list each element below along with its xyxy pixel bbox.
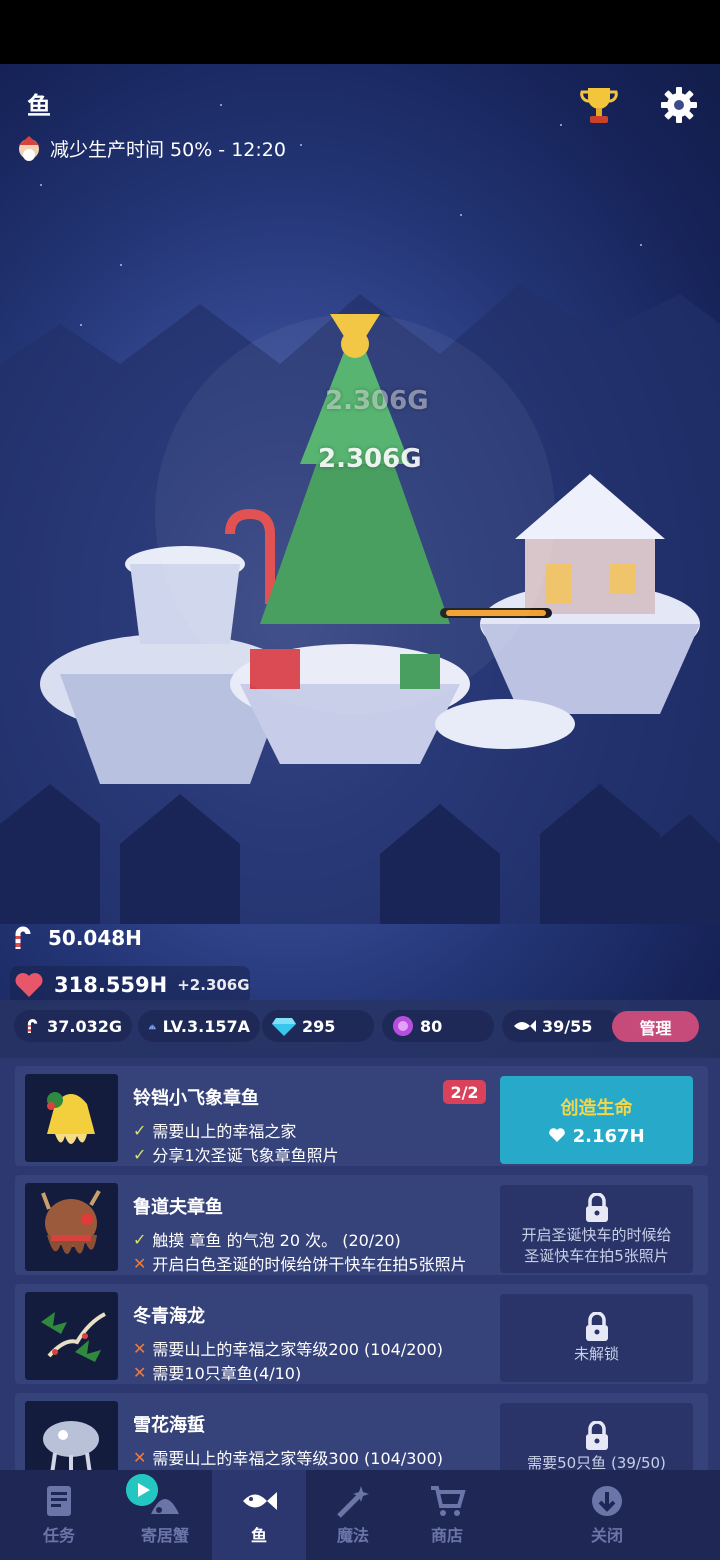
page-title: 鱼 <box>27 92 51 120</box>
nav-tab-quests[interactable]: 任务 <box>0 1470 118 1560</box>
level-stat: LV.3.157A <box>138 1010 260 1042</box>
check-icon: ✓ <box>133 1144 147 1164</box>
purple-orb-icon <box>393 1016 413 1036</box>
lock-icon <box>585 1421 608 1451</box>
shell-icon <box>148 1024 156 1030</box>
cross-icon: ✕ <box>133 1253 147 1273</box>
cross-icon: ✕ <box>133 1447 147 1467</box>
orbs-value: 80 <box>420 1016 443 1036</box>
hearts-rate: +2.306G <box>177 976 250 994</box>
fish-name: 鲁道夫章鱼 <box>133 1197 223 1218</box>
list-item[interactable]: 铃铛小飞象章鱼 2/2 ✓ 需要山上的幸福之家 ✓ 分享1次圣诞飞象章鱼照片 创… <box>15 1066 708 1166</box>
fish-icon <box>514 1020 536 1032</box>
play-video-icon[interactable] <box>126 1474 158 1506</box>
quest-icon <box>47 1486 71 1516</box>
close-down-icon <box>592 1486 622 1516</box>
lock-icon <box>585 1192 608 1222</box>
nav-tab-shop[interactable]: 商店 <box>400 1470 494 1560</box>
create-cost: 2.167H <box>548 1126 645 1147</box>
gems-stat: 295 <box>262 1010 374 1042</box>
magic-icon <box>337 1486 369 1518</box>
hearts-value: 318.559H <box>54 973 168 997</box>
requirement: ✓ 触摸 章鱼 的气泡 20 次。 (20/20) <box>133 1229 401 1251</box>
level-value: LV.3.157A <box>162 1016 250 1036</box>
fish-icon <box>243 1492 277 1510</box>
fish-thumbnail <box>25 1401 118 1470</box>
status-bar <box>0 0 720 64</box>
boost-banner[interactable]: 减少生产时间 50% - 12:20 <box>16 133 286 163</box>
fish-thumbnail <box>25 1074 118 1162</box>
list-item[interactable]: 雪花海蜇 ✕ 需要山上的幸福之家等级300 (104/300) 需要50只鱼 (… <box>15 1393 708 1470</box>
candy-stat: 37.032G <box>14 1010 132 1042</box>
cross-icon: ✕ <box>133 1338 147 1358</box>
fish-thumbnail <box>25 1292 118 1380</box>
diamond-icon <box>272 1018 296 1036</box>
nav-tab-magic[interactable]: 魔法 <box>306 1470 400 1560</box>
gems-value: 295 <box>302 1016 336 1036</box>
requirement: ✕ 需要山上的幸福之家等级200 (104/200) <box>133 1338 443 1360</box>
requirement: ✕ 需要10只章鱼(4/10) <box>133 1362 302 1384</box>
nav-tab-close[interactable]: 关闭 <box>494 1470 720 1560</box>
santa-boost-icon <box>19 136 39 161</box>
snowflake-jellyfish-image <box>43 1421 99 1470</box>
nav-tab-fish[interactable]: 鱼 <box>212 1470 306 1560</box>
check-icon: ✓ <box>133 1229 147 1249</box>
boost-text: 减少生产时间 50% - 12:20 <box>50 138 286 161</box>
requirement: ✕ 需要山上的幸福之家等级300 (104/300) <box>133 1447 443 1469</box>
christmas-island-illustration <box>0 284 720 924</box>
candy-value: 37.032G <box>47 1016 122 1036</box>
create-life-button[interactable]: 创造生命 2.167H <box>500 1076 693 1164</box>
fish-count-stat: 39/55 <box>502 1010 622 1042</box>
candy-cane-icon <box>15 926 31 949</box>
fish-thumbnail <box>25 1183 118 1271</box>
trophy-icon[interactable] <box>580 84 618 126</box>
bell-dumbo-octopus-image <box>47 1092 95 1144</box>
check-icon: ✓ <box>133 1120 147 1140</box>
hearts-row: 318.559H +2.306G <box>10 966 250 1004</box>
gear-icon[interactable] <box>660 86 698 124</box>
candy-total-value: 50.048H <box>48 926 142 950</box>
manage-button[interactable]: 管理 <box>612 1011 699 1042</box>
list-item[interactable]: 冬青海龙 ✕ 需要山上的幸福之家等级200 (104/200) ✕ 需要10只章… <box>15 1284 708 1384</box>
rudolph-octopus-image <box>41 1190 101 1254</box>
candy-cane-icon <box>27 1019 38 1034</box>
list-item[interactable]: 鲁道夫章鱼 ✓ 触摸 章鱼 的气泡 20 次。 (20/20) ✕ 开启白色圣诞… <box>15 1175 708 1275</box>
floating-value: 2.306G <box>318 444 422 474</box>
count-badge: 2/2 <box>443 1080 486 1104</box>
heart-icon <box>15 973 43 997</box>
locked-panel: 开启圣诞快车的时候给 圣诞快车在拍5张照片 <box>500 1185 693 1273</box>
holly-seadragon-image <box>41 1312 106 1362</box>
floating-value: 2.306G <box>325 386 429 416</box>
lock-icon <box>585 1312 608 1342</box>
locked-panel: 未解锁 <box>500 1294 693 1382</box>
fish-count-value: 39/55 <box>542 1016 593 1036</box>
fish-list[interactable]: 铃铛小飞象章鱼 2/2 ✓ 需要山上的幸福之家 ✓ 分享1次圣诞飞象章鱼照片 创… <box>0 1058 720 1470</box>
cross-icon: ✕ <box>133 1362 147 1382</box>
requirement: ✓ 需要山上的幸福之家 <box>133 1120 297 1142</box>
requirement: ✕ 开启白色圣诞的时候给饼干快车在拍5张照片 <box>133 1253 467 1275</box>
candy-total-row: 50.048H <box>10 922 142 954</box>
bottom-nav: 任务 寄居蟹 鱼 魔法 商店 关闭 <box>0 1470 720 1560</box>
requirement: ✓ 分享1次圣诞飞象章鱼照片 <box>133 1144 339 1166</box>
orbs-stat: 80 <box>382 1010 494 1042</box>
cart-icon <box>431 1486 466 1516</box>
fish-name: 雪花海蜇 <box>133 1415 205 1436</box>
fish-name: 冬青海龙 <box>133 1306 205 1327</box>
fish-name: 铃铛小飞象章鱼 <box>133 1088 259 1109</box>
locked-panel: 需要50只鱼 (39/50) <box>500 1403 693 1470</box>
heart-icon <box>549 1127 566 1142</box>
